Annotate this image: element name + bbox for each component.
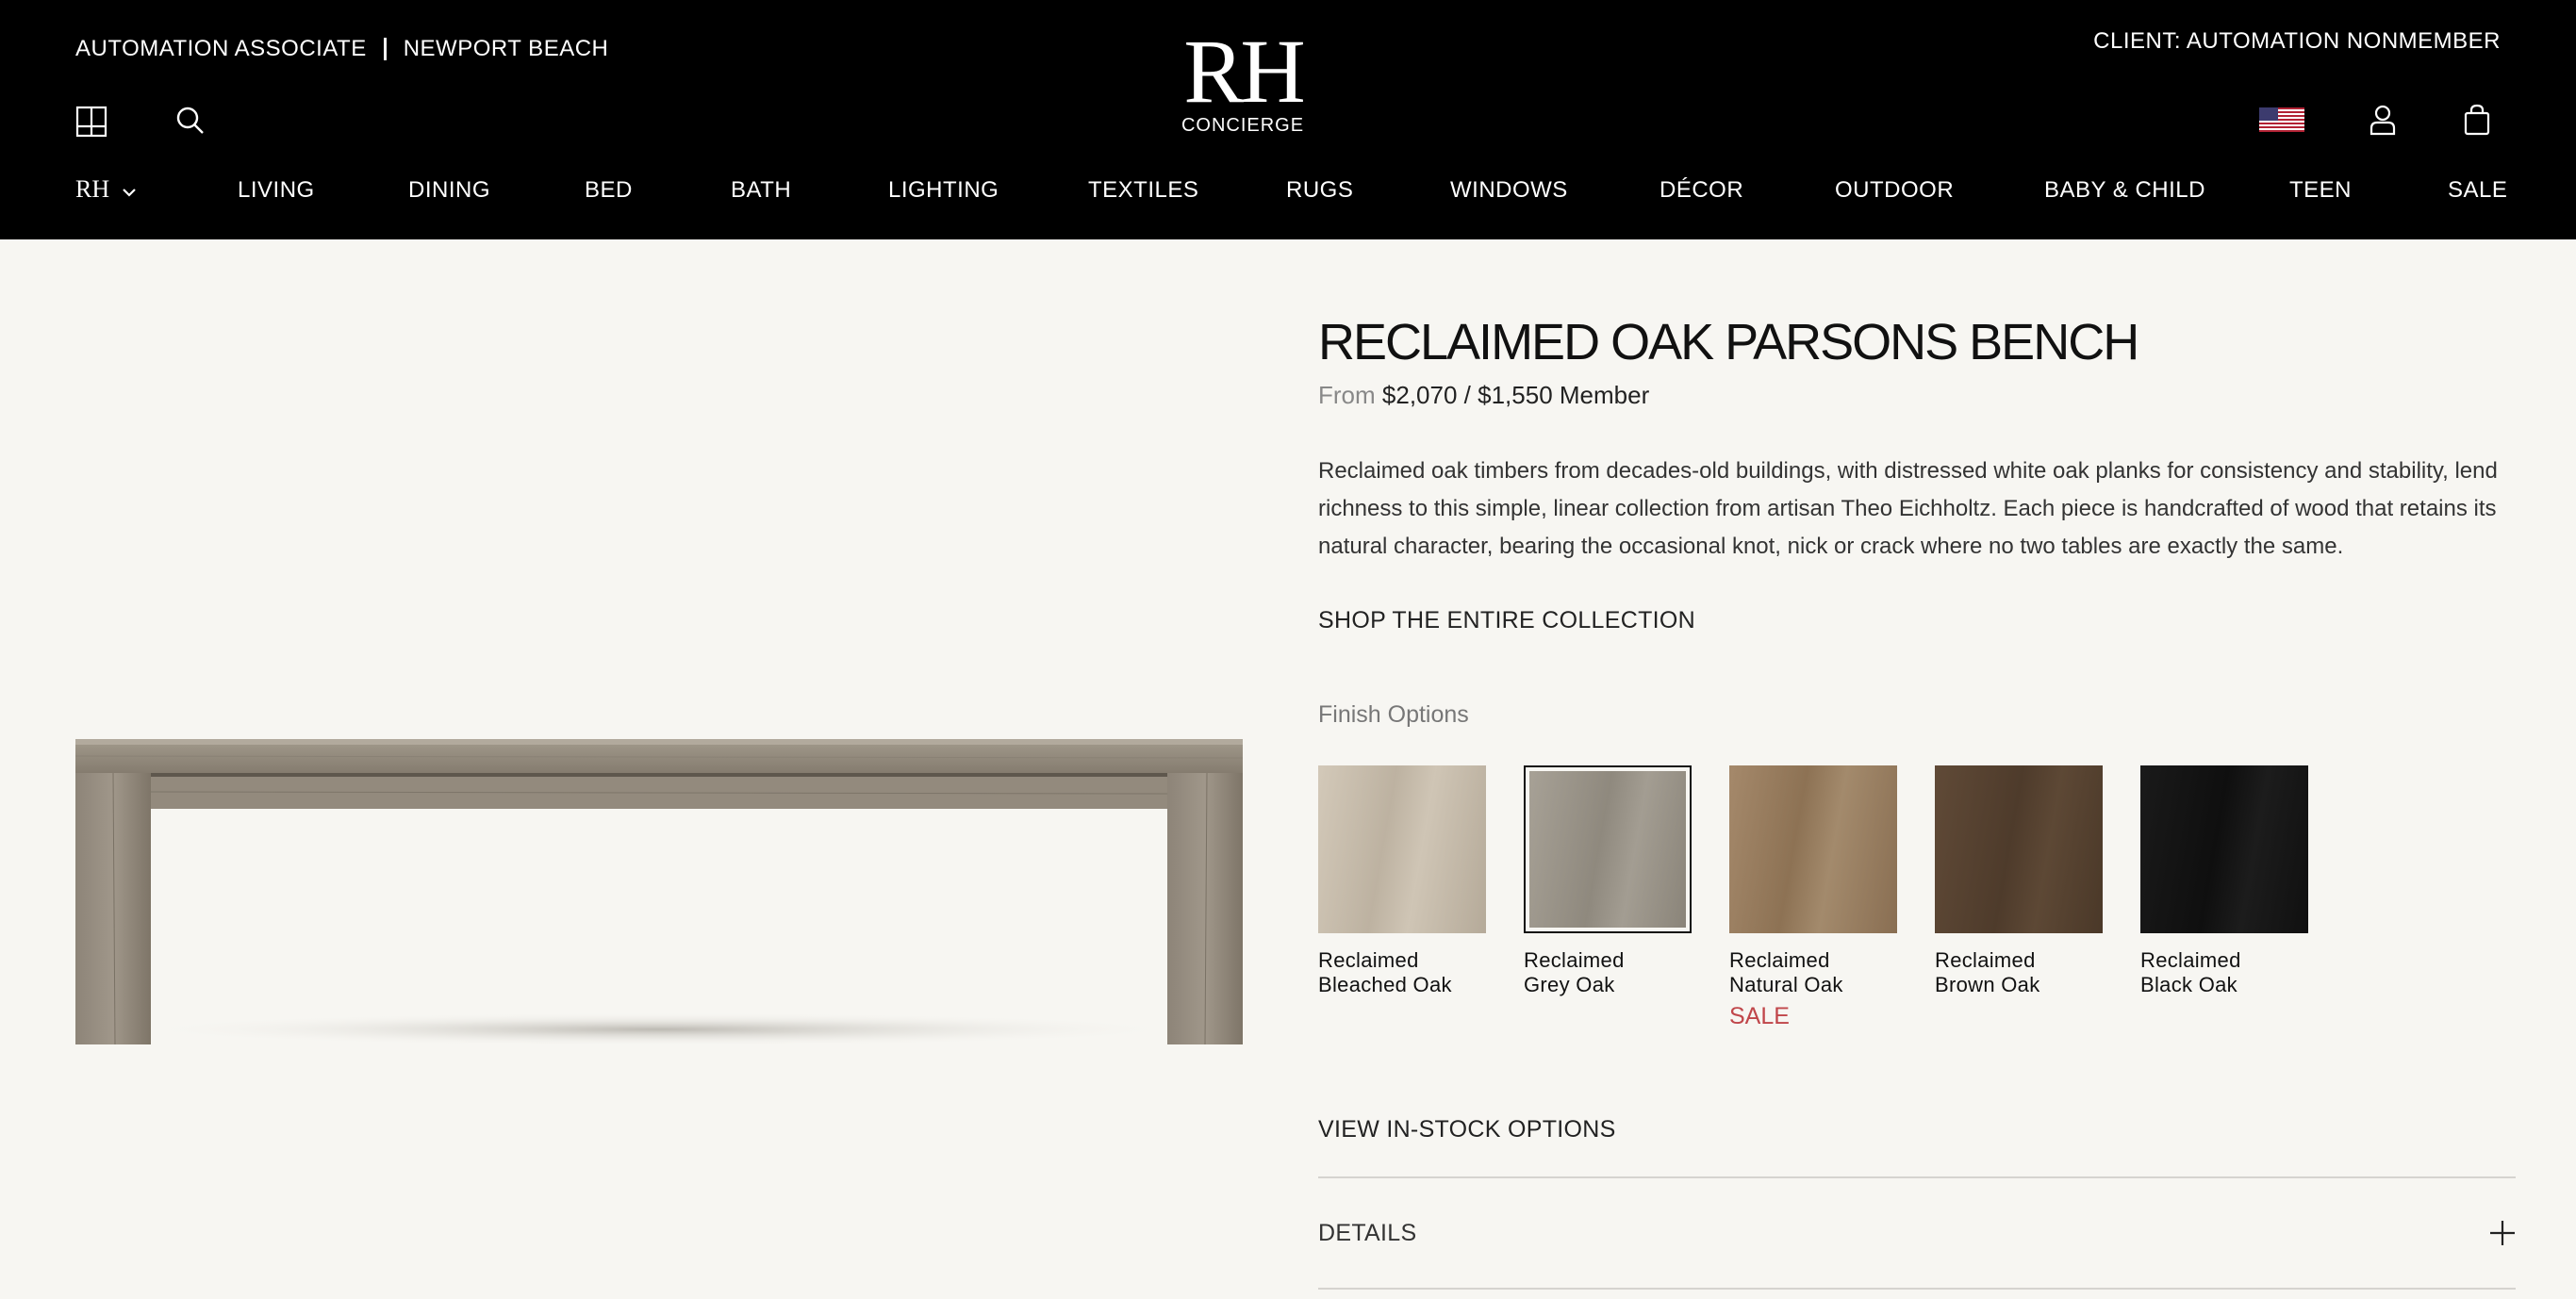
chevron-down-icon — [123, 175, 136, 204]
search-icon[interactable] — [175, 106, 206, 136]
nav-item-bath[interactable]: BATH — [731, 177, 791, 204]
sale-badge: SALE — [1729, 1003, 1790, 1029]
price-separator: / — [1463, 381, 1471, 409]
plus-icon[interactable] — [2489, 1220, 2516, 1251]
brand-menu[interactable]: RH — [75, 175, 136, 204]
swatch-label-line2: Bleached Oak — [1318, 973, 1452, 996]
swatch-fill — [1529, 771, 1686, 928]
swatch-label: Reclaimed Natural Oak — [1729, 948, 1897, 997]
divider — [1318, 1176, 2516, 1178]
divider — [383, 38, 387, 60]
nav-item-rugs[interactable]: RUGS — [1286, 177, 1353, 204]
finish-swatch-black-oak[interactable]: Reclaimed Black Oak — [2140, 765, 2308, 997]
site-header: AUTOMATION ASSOCIATE NEWPORT BEACH RH CO… — [0, 0, 2576, 239]
price-regular: $2,070 — [1381, 381, 1458, 409]
finish-swatch-natural-oak[interactable]: Reclaimed Natural Oak SALE — [1729, 765, 1897, 1030]
product-price: From $2,070 / $1,550 Member — [1318, 381, 1649, 410]
finish-swatch-grey-oak[interactable]: Reclaimed Grey Oak — [1524, 765, 1692, 997]
swatch-label-line1: Reclaimed — [2140, 948, 2241, 972]
swatch-tile — [1935, 765, 2103, 933]
nav-item-living[interactable]: LIVING — [238, 177, 315, 204]
shop-collection-link[interactable]: SHOP THE ENTIRE COLLECTION — [1318, 607, 1695, 634]
nav-item-outdoor[interactable]: OUTDOOR — [1835, 177, 1954, 204]
details-toggle[interactable]: DETAILS — [1318, 1220, 1416, 1247]
associate-info: AUTOMATION ASSOCIATE NEWPORT BEACH — [75, 36, 608, 62]
product-image[interactable] — [72, 735, 1247, 1061]
logo-mark: RH — [1183, 21, 1305, 122]
gallery-icon[interactable] — [75, 106, 107, 138]
divider — [1318, 1288, 2516, 1290]
swatch-label-line1: Reclaimed — [1935, 948, 2036, 972]
nav-item-baby-child[interactable]: BABY & CHILD — [2044, 177, 2205, 204]
nav-item-lighting[interactable]: LIGHTING — [888, 177, 999, 204]
swatch-label: Reclaimed Black Oak — [2140, 948, 2308, 997]
swatch-label: Reclaimed Grey Oak — [1524, 948, 1692, 997]
swatch-label-line2: Brown Oak — [1935, 973, 2040, 996]
swatch-label-line1: Reclaimed — [1318, 948, 1419, 972]
brand-menu-label: RH — [75, 175, 110, 203]
swatch-tile — [1318, 765, 1486, 933]
client-info[interactable]: CLIENT: AUTOMATION NONMEMBER — [2093, 28, 2501, 55]
cart-icon[interactable] — [2463, 104, 2491, 136]
finish-options-label: Finish Options — [1318, 701, 1469, 728]
store-location[interactable]: NEWPORT BEACH — [404, 36, 609, 62]
nav-item-teen[interactable]: TEEN — [2289, 177, 2352, 204]
swatch-label: Reclaimed Bleached Oak — [1318, 948, 1486, 997]
nav-item-dining[interactable]: DINING — [408, 177, 490, 204]
finish-swatch-bleached-oak[interactable]: Reclaimed Bleached Oak — [1318, 765, 1486, 997]
price-member: $1,550 Member — [1478, 381, 1650, 409]
nav-item-windows[interactable]: WINDOWS — [1450, 177, 1568, 204]
nav-item-decor[interactable]: DÉCOR — [1660, 177, 1743, 204]
product-description: Reclaimed oak timbers from decades-old b… — [1318, 458, 2498, 559]
swatch-label-line2: Grey Oak — [1524, 973, 1615, 996]
us-flag-icon[interactable] — [2259, 107, 2304, 132]
account-icon[interactable] — [2369, 104, 2397, 136]
swatch-label-line1: Reclaimed — [1729, 948, 1830, 972]
swatch-label-line2: Natural Oak — [1729, 973, 1843, 996]
swatch-tile — [2140, 765, 2308, 933]
finish-swatch-brown-oak[interactable]: Reclaimed Brown Oak — [1935, 765, 2103, 997]
main-nav: RH LIVING DINING BED BATH LIGHTING TEXTI… — [0, 175, 2576, 209]
associate-name: AUTOMATION ASSOCIATE — [75, 36, 367, 61]
view-in-stock-link[interactable]: VIEW IN-STOCK OPTIONS — [1318, 1116, 1616, 1143]
nav-item-textiles[interactable]: TEXTILES — [1088, 177, 1198, 204]
price-prefix: From — [1318, 381, 1376, 409]
nav-item-sale[interactable]: SALE — [2448, 177, 2507, 204]
product-title: RECLAIMED OAK PARSONS BENCH — [1318, 314, 2139, 370]
swatch-label-line1: Reclaimed — [1524, 948, 1625, 972]
swatch-tile — [1729, 765, 1897, 933]
swatch-label: Reclaimed Brown Oak — [1935, 948, 2103, 997]
swatch-tile — [1524, 765, 1692, 933]
logo-subtitle: CONCIERGE — [1181, 115, 1305, 136]
rh-concierge-logo[interactable]: RH CONCIERGE — [1177, 21, 1309, 137]
swatch-label-line2: Black Oak — [2140, 973, 2237, 996]
nav-item-bed[interactable]: BED — [585, 177, 633, 204]
